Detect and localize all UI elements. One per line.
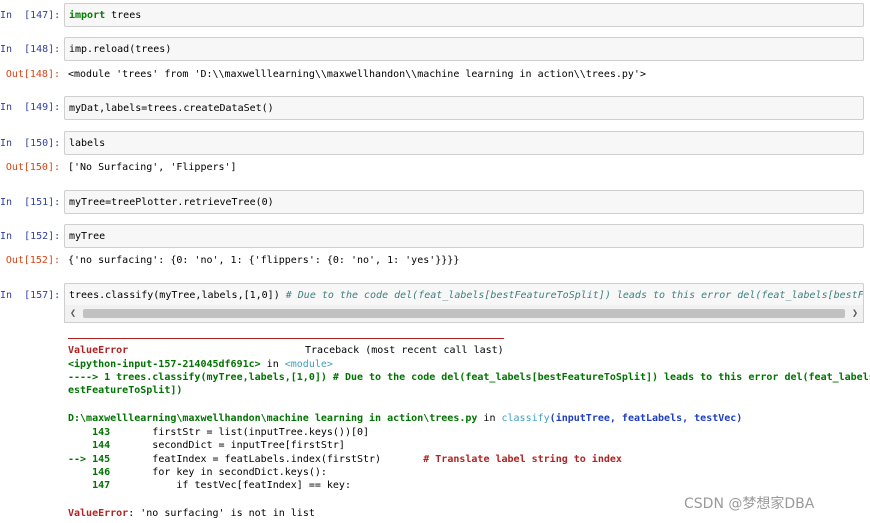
in-word: in	[260, 359, 285, 370]
input-prompt: In [149]:	[0, 102, 61, 113]
input-prompt: In [148]:	[0, 44, 61, 55]
traceback-header: ValueError Traceback (most recent call la…	[68, 345, 504, 356]
keyword-import: import	[69, 9, 106, 21]
input-ref: <ipython-input-157-214045df691c>	[68, 359, 261, 370]
final-error-name: ValueError	[68, 508, 129, 519]
code-text: trees.classify(myTree,labels,[1,0])	[69, 289, 280, 301]
watermark: CSDN @梦想家DBA	[684, 496, 815, 512]
line-code: featIndex = featLabels.index(firstStr)	[110, 454, 382, 465]
line-number: 144	[68, 440, 111, 451]
function-args: (inputTree, featLabels, testVec)	[549, 413, 743, 424]
line-code: secondDict = inputTree[firstStr]	[110, 440, 345, 451]
code-cell[interactable]: imp.reload(trees)	[64, 37, 864, 61]
code-text: trees	[105, 9, 142, 21]
traceback-arrow-line-wrap: estFeatureToSplit])	[68, 385, 183, 396]
function-name: classify	[501, 413, 550, 424]
error-name: ValueError	[68, 345, 129, 356]
cell-output: {'no surfacing': {0: 'no', 1: {'flippers…	[68, 255, 460, 266]
cell-output: <module 'trees' from 'D:\\maxwelllearnin…	[68, 69, 646, 80]
horizontal-scrollbar[interactable]: ❮ ❯	[64, 305, 864, 323]
output-prompt: Out[152]:	[5, 255, 60, 266]
scroll-right-icon[interactable]: ❯	[847, 305, 863, 322]
input-prompt: In [150]:	[0, 138, 61, 149]
line-code: for key in secondDict.keys():	[110, 467, 327, 478]
traceback-file-line: D:\maxwelllearning\maxwellhandon\machine…	[68, 413, 742, 424]
in-word: in	[477, 413, 502, 424]
traceback-code-line-current: --> 145 featIndex = featLabels.index(fir…	[68, 454, 622, 465]
scrollbar-thumb[interactable]	[83, 309, 845, 318]
line-code: firstStr = list(inputTree.keys())[0]	[110, 427, 370, 438]
code-cell[interactable]: trees.classify(myTree,labels,[1,0]) # Du…	[64, 283, 864, 306]
final-error: ValueError: 'no surfacing' is not in lis…	[68, 508, 315, 519]
traceback-code-line: 143 firstStr = list(inputTree.keys())[0]	[68, 427, 369, 438]
line-comment: # Translate label string to index	[381, 454, 622, 465]
line-number: 147	[68, 480, 111, 491]
traceback-arrow-line: ----> 1 trees.classify(myTree,labels,[1,…	[68, 372, 870, 383]
input-prompt: In [152]:	[0, 231, 61, 242]
output-prompt: Out[150]:	[5, 162, 60, 173]
traceback-input-ref: <ipython-input-157-214045df691c> in <mod…	[68, 359, 333, 370]
line-number: 143	[68, 427, 111, 438]
code-cell[interactable]: myTree	[64, 224, 864, 248]
code-cell[interactable]: import trees	[64, 3, 864, 27]
line-number: 146	[68, 467, 111, 478]
traceback-title: Traceback (most recent call last)	[305, 345, 504, 356]
module-ref: <module>	[284, 359, 333, 370]
input-prompt: In [157]:	[0, 290, 61, 301]
code-cell[interactable]: myTree=treePlotter.retrieveTree(0)	[64, 190, 864, 214]
line-number: --> 145	[68, 454, 111, 465]
line-code: if testVec[featIndex] == key:	[110, 480, 351, 491]
output-prompt: Out[148]:	[5, 69, 60, 80]
traceback-code-line: 146 for key in secondDict.keys():	[68, 467, 327, 478]
cell-output: ['No Surfacing', 'Flippers']	[68, 162, 237, 173]
input-prompt: In [147]:	[0, 10, 61, 21]
file-path: D:\maxwelllearning\maxwellhandon\machine…	[68, 413, 478, 424]
traceback-separator	[68, 338, 504, 339]
traceback-code-line: 147 if testVec[featIndex] == key:	[68, 480, 351, 491]
final-error-message: : 'no surfacing' is not in list	[128, 508, 315, 519]
code-cell[interactable]: labels	[64, 131, 864, 155]
code-comment: # Due to the code del(feat_labels[bestFe…	[279, 289, 864, 301]
input-prompt: In [151]:	[0, 197, 61, 208]
scroll-left-icon[interactable]: ❮	[65, 305, 81, 322]
code-cell[interactable]: myDat,labels=trees.createDataSet()	[64, 96, 864, 120]
traceback-code-line: 144 secondDict = inputTree[firstStr]	[68, 440, 345, 451]
